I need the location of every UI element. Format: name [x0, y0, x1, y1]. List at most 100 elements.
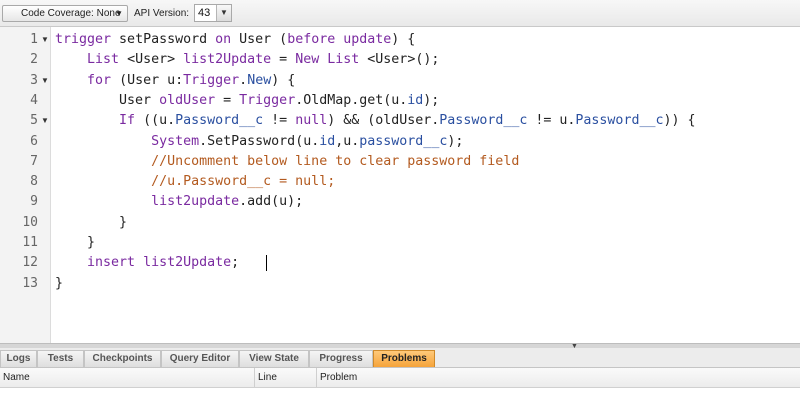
code-line[interactable]: for (User u:Trigger.New) {: [55, 71, 295, 91]
code-line[interactable]: //u.Password__c = null;: [55, 172, 335, 192]
code-token: on: [215, 32, 232, 47]
column-header-problem[interactable]: Problem: [316, 368, 800, 387]
fold-toggle-icon[interactable]: ▼: [41, 30, 49, 50]
code-line[interactable]: List <User> list2Update = New List <User…: [55, 50, 439, 70]
code-line[interactable]: }: [55, 233, 95, 253]
code-coverage-dropdown[interactable]: Code Coverage: None ▼: [2, 5, 128, 22]
code-token: .add(u);: [239, 194, 304, 210]
api-version-dropdown[interactable]: 43 ▼: [194, 4, 232, 22]
code-line[interactable]: insert list2Update;: [55, 253, 239, 273]
bottom-panel-tabs: Logs Tests Checkpoints Query Editor View Sta…: [0, 348, 800, 368]
column-header-line[interactable]: Line: [254, 368, 316, 387]
code-token: id: [407, 92, 424, 108]
code-token: =: [271, 52, 296, 68]
line-number: 7: [30, 153, 38, 169]
code-token: Password__c: [175, 113, 264, 129]
column-header-name[interactable]: Name: [0, 368, 254, 387]
code-token: =: [215, 92, 240, 108]
code-token: .: [239, 72, 248, 88]
code-line[interactable]: list2update.add(u);: [55, 192, 303, 212]
code-token: );: [423, 92, 440, 108]
api-version-value: 43: [198, 7, 211, 19]
code-token: New: [295, 52, 320, 68]
code-token: (User u:: [111, 72, 184, 88]
code-token: }: [55, 275, 64, 291]
code-token: //u.Password__c = null;: [151, 174, 336, 190]
code-line[interactable]: //Uncomment below line to clear password…: [55, 152, 519, 172]
code-editor[interactable]: 1 ▼ 2 3 ▼ 4 5 ▼ 6 7 8 9 10 11 12 13 trigger setPassword…: [0, 27, 800, 343]
chevron-down-icon[interactable]: ▼: [216, 5, 231, 21]
code-token: list2Update: [183, 52, 272, 68]
code-token: Password__c: [575, 113, 664, 129]
line-number: 10: [22, 214, 38, 230]
code-token: !=: [263, 113, 296, 129]
code-token: ,u.: [335, 133, 360, 149]
code-token: ) {: [391, 32, 416, 47]
line-number: 11: [22, 235, 38, 250]
code-token: }: [55, 214, 128, 230]
code-token: list2Update: [143, 255, 232, 271]
tab-tests[interactable]: Tests: [37, 350, 84, 367]
code-coverage-value: Code Coverage: None: [21, 8, 121, 19]
line-number: 6: [30, 133, 38, 149]
text-caret: [266, 255, 267, 271]
code-line[interactable]: If ((u.Password__c != null) && (oldUser.…: [55, 111, 696, 131]
tab-view-state[interactable]: View State: [239, 350, 309, 367]
line-number: 4: [30, 92, 38, 108]
code-token: System: [151, 133, 200, 149]
code-token: .SetPassword(u.: [199, 133, 320, 149]
code-token: List: [87, 52, 120, 68]
code-token: ) {: [271, 72, 296, 88]
code-token: ) && (oldUser.: [327, 113, 440, 129]
code-token: oldUser: [159, 92, 216, 108]
code-token: User (: [231, 32, 288, 47]
code-token: <User>();: [359, 52, 440, 68]
code-token: update: [343, 32, 392, 47]
code-line[interactable]: trigger setPassword on User (before upda…: [55, 30, 415, 50]
line-number: 12: [22, 255, 38, 271]
line-number: 5: [30, 113, 38, 129]
code-token: If: [119, 113, 136, 129]
fold-toggle-icon[interactable]: ▼: [41, 111, 49, 131]
fold-toggle-icon[interactable]: ▼: [41, 71, 49, 91]
line-number: 9: [30, 194, 38, 210]
code-token: Password__c: [439, 113, 528, 129]
code-token: );: [447, 133, 464, 149]
code-line[interactable]: System.SetPassword(u.id,u.password__c);: [55, 132, 463, 152]
code-token: //Uncomment below line to clear password…: [151, 153, 520, 169]
code-token: ((u.: [135, 113, 176, 129]
code-token: ;: [231, 255, 240, 271]
code-token: null: [295, 113, 328, 129]
line-number: 2: [30, 52, 38, 68]
line-number: 3: [30, 72, 38, 88]
code-token: }: [55, 235, 96, 250]
chevron-down-icon: ▼: [115, 9, 123, 18]
problems-table-header: Name Line Problem: [0, 368, 800, 388]
tab-progress[interactable]: Progress: [309, 350, 373, 367]
code-token: id: [319, 133, 336, 149]
code-token: for: [87, 72, 112, 88]
line-number-gutter: 1 ▼ 2 3 ▼ 4 5 ▼ 6 7 8 9 10 11 12 13: [0, 27, 51, 343]
code-line[interactable]: }: [55, 274, 63, 294]
line-number: 8: [30, 174, 38, 190]
tab-checkpoints[interactable]: Checkpoints: [84, 350, 161, 367]
code-token: New: [247, 72, 272, 88]
code-line[interactable]: }: [55, 213, 127, 233]
editor-toolbar: Code Coverage: None ▼ API Version: 43 ▼: [0, 0, 800, 27]
code-token: trigger: [55, 32, 112, 47]
tab-problems[interactable]: Problems: [373, 350, 435, 367]
code-line[interactable]: User oldUser = Trigger.OldMap.get(u.id);: [55, 91, 439, 111]
code-token: .OldMap.get(u.: [295, 92, 408, 108]
line-number: 13: [22, 275, 38, 291]
code-token: Trigger: [239, 92, 296, 108]
tab-query-editor[interactable]: Query Editor: [161, 350, 239, 367]
code-token: )) {: [663, 113, 696, 129]
tab-logs[interactable]: Logs: [0, 350, 37, 367]
